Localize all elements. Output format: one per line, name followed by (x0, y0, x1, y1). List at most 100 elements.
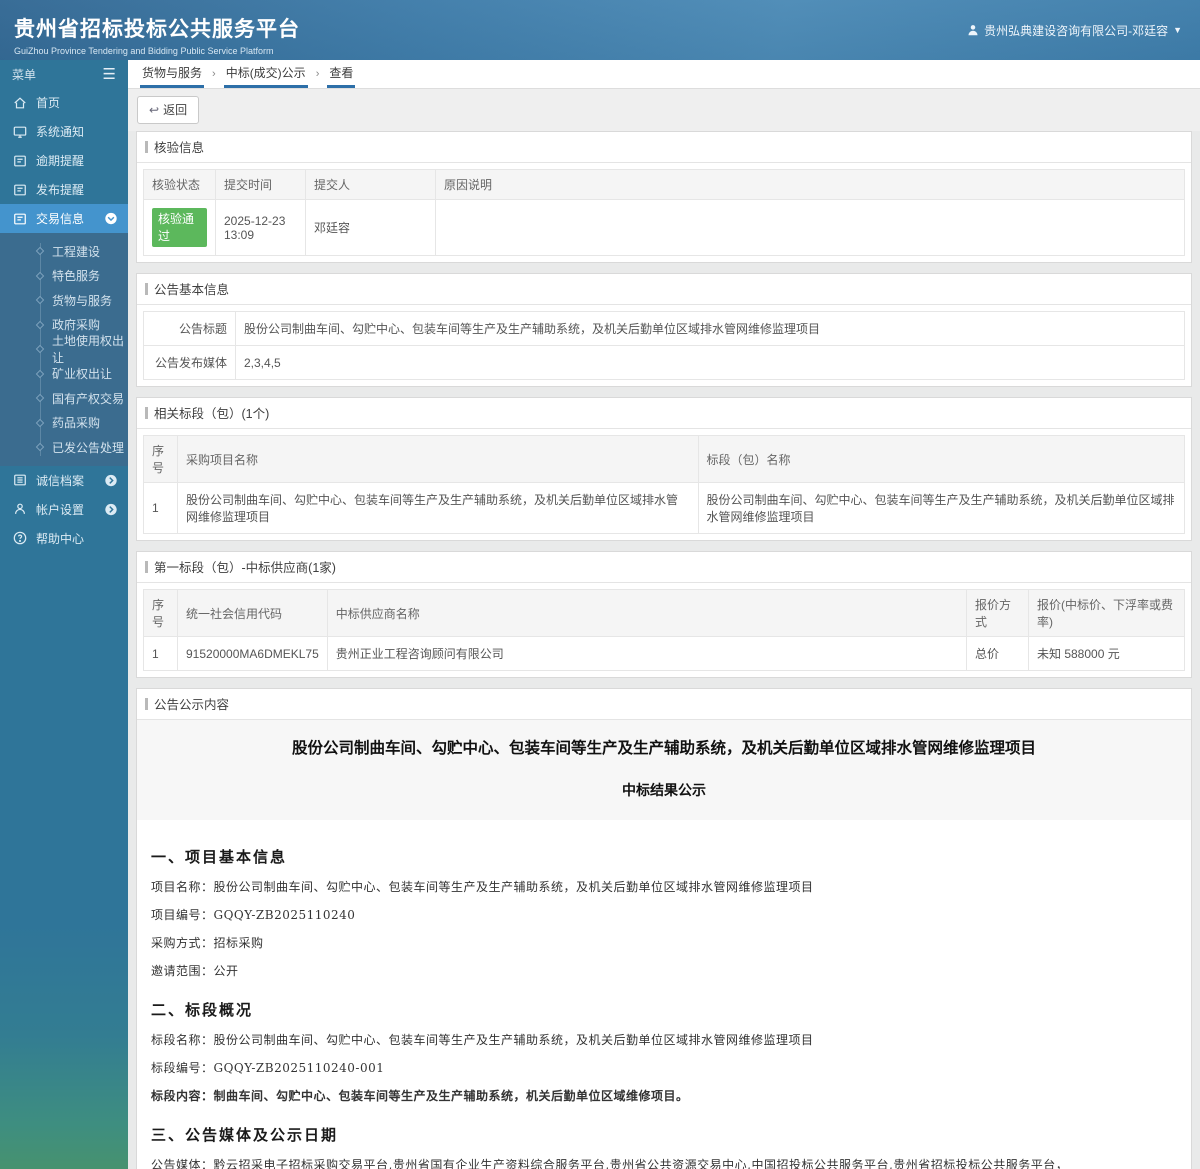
table-row: 1 股份公司制曲车间、勾贮中心、包装车间等生产及生产辅助系统，及机关后勤单位区域… (143, 482, 1185, 534)
submenu-item-published-notices[interactable]: 已发公告处理 (0, 435, 128, 460)
notice-content-panel: 公告公示内容 股份公司制曲车间、勾贮中心、包装车间等生产及生产辅助系统，及机关后… (136, 688, 1192, 1169)
winning-supplier-panel: 第一标段（包）-中标供应商(1家) 序号 统一社会信用代码 中标供应商名称 报价… (136, 551, 1192, 678)
page-title: 贵州省招标投标公共服务平台 (14, 17, 300, 41)
section-code-line: 标段编号：GQQY-ZB2025110240-001 (151, 1061, 385, 1075)
section-title-related: 相关标段（包）(1个) (137, 398, 1191, 429)
sidebar-item-home[interactable]: 首页 (0, 88, 128, 117)
doc-subtitle: 中标结果公示 (622, 783, 706, 799)
diamond-bullet-icon (35, 271, 45, 280)
sidebar-item-label: 发布提醒 (36, 183, 85, 197)
related-sections-table: 序号 采购项目名称 标段（包）名称 1 股份公司制曲车间、勾贮中心、包装车间等生… (143, 435, 1185, 534)
sidebar-item-label: 系统通知 (36, 125, 85, 139)
sidebar-item-credit-archive[interactable]: 诚信档案 (0, 466, 128, 495)
user-menu[interactable]: 贵州弘典建设咨询有限公司-邓廷容 ▼ (967, 22, 1200, 39)
submenu-item-engineering[interactable]: 工程建设 (0, 239, 128, 264)
user-name: 贵州弘典建设咨询有限公司-邓廷容 (984, 23, 1169, 38)
row-no: 1 (143, 636, 178, 671)
submenu-item-land-use[interactable]: 土地使用权出让 (0, 334, 128, 365)
chevron-down-circle-icon (105, 212, 117, 225)
col-header: 原因说明 (435, 169, 1185, 200)
question-circle-icon (13, 531, 27, 545)
media-line: 公告媒体：黔云招采电子招标采购交易平台,贵州省国有企业生产资料综合服务平台,贵州… (151, 1158, 1069, 1169)
sidebar-item-account-settings[interactable]: 帐户设置 (0, 495, 128, 524)
submitter: 邓廷容 (305, 199, 436, 256)
hamburger-icon[interactable]: ☰ (103, 65, 116, 83)
chevron-right-circle-icon (105, 474, 117, 486)
field-label: 公告标题 (143, 311, 236, 346)
project-code-line: 项目编号：GQQY-ZB2025110240 (151, 908, 356, 922)
submenu-item-state-property[interactable]: 国有产权交易 (0, 386, 128, 411)
col-header: 提交时间 (215, 169, 306, 200)
credit-code: 91520000MA6DMEKL75 (177, 636, 328, 671)
user-icon (968, 25, 978, 36)
related-sections-panel: 相关标段（包）(1个) 序号 采购项目名称 标段（包）名称 1 股份公司制曲车间… (136, 397, 1192, 541)
breadcrumb-award-notice[interactable]: 中标(成交)公示 (223, 59, 308, 88)
back-arrow-icon: ↩ (149, 102, 160, 117)
sidebar: 菜单 ☰ 首页 系统通知 逾期提醒 发布提醒 交易信息 工程建设 特色服务 货物… (0, 60, 128, 1169)
table-row: 公告发布媒体 2,3,4,5 (143, 345, 1185, 380)
verify-table: 核验状态 提交时间 提交人 原因说明 核验通过 2025-12-23 13:09… (143, 169, 1185, 256)
notice-title-value: 股份公司制曲车间、勾贮中心、包装车间等生产及生产辅助系统，及机关后勤单位区域排水… (235, 311, 1185, 346)
doc-heading-2: 二、标段概况 (151, 1001, 254, 1019)
diamond-bullet-icon (35, 394, 45, 403)
supplier-name: 贵州正业工程咨询顾问有限公司 (326, 636, 968, 671)
main-content: 货物与服务 › 中标(成交)公示 › 查看 ↩ 返回 核验信息 核验状态 提交时… (128, 60, 1200, 1169)
trade-info-submenu: 工程建设 特色服务 货物与服务 政府采购 土地使用权出让 矿业权出让 国有产权交… (0, 233, 128, 466)
sidebar-item-overdue-reminder[interactable]: 逾期提醒 (0, 146, 128, 175)
app-header: 贵州省招标投标公共服务平台 GuiZhou Province Tendering… (0, 0, 1200, 60)
section-title-basic: 公告基本信息 (137, 274, 1191, 305)
sidebar-item-label: 帮助中心 (36, 531, 85, 546)
sidebar-item-publish-reminder[interactable]: 发布提醒 (0, 175, 128, 204)
procurement-method-line: 采购方式：招标采购 (151, 936, 264, 950)
breadcrumb-view[interactable]: 查看 (327, 59, 356, 88)
back-button[interactable]: ↩ 返回 (137, 96, 200, 124)
page-subtitle: GuiZhou Province Tendering and Bidding P… (14, 45, 274, 56)
sidebar-item-help-center[interactable]: 帮助中心 (0, 524, 128, 553)
submenu-item-mining-rights[interactable]: 矿业权出让 (0, 362, 128, 387)
col-header: 报价(中标价、下浮率或费率) (1028, 589, 1185, 637)
sidebar-item-label: 交易信息 (36, 212, 85, 226)
diamond-bullet-icon (35, 296, 45, 305)
home-icon (14, 96, 26, 108)
diamond-bullet-icon (35, 369, 45, 378)
diamond-bullet-icon (35, 345, 45, 354)
sidebar-item-system-notice[interactable]: 系统通知 (0, 117, 128, 146)
verify-info-panel: 核验信息 核验状态 提交时间 提交人 原因说明 核验通过 2025-12-23 … (136, 131, 1192, 263)
basic-info-table: 公告标题 股份公司制曲车间、勾贮中心、包装车间等生产及生产辅助系统，及机关后勤单… (143, 311, 1185, 380)
person-icon (15, 503, 25, 514)
doc-title: 股份公司制曲车间、勾贮中心、包装车间等生产及生产辅助系统，及机关后勤单位区域排水… (291, 738, 1036, 757)
breadcrumb: 货物与服务 › 中标(成交)公示 › 查看 (128, 60, 1200, 89)
submenu-item-drug-procurement[interactable]: 药品采购 (0, 411, 128, 436)
table-row: 公告标题 股份公司制曲车间、勾贮中心、包装车间等生产及生产辅助系统，及机关后勤单… (143, 311, 1185, 346)
chevron-down-icon: ▼ (1173, 25, 1182, 35)
sidebar-item-trade-info[interactable]: 交易信息 (0, 204, 128, 233)
price-method: 总价 (966, 636, 1029, 671)
table-row: 核验通过 2025-12-23 13:09 邓廷容 (143, 199, 1185, 256)
breadcrumb-goods-services[interactable]: 货物与服务 (140, 59, 205, 88)
chevron-right-circle-icon (105, 503, 117, 515)
diamond-bullet-icon (35, 443, 45, 452)
col-header: 中标供应商名称 (326, 589, 968, 637)
diamond-bullet-icon (35, 247, 45, 256)
document-icon (14, 184, 26, 195)
submenu-item-goods-services[interactable]: 货物与服务 (0, 288, 128, 313)
list-icon (14, 474, 26, 486)
notice-document: 股份公司制曲车间、勾贮中心、包装车间等生产及生产辅助系统，及机关后勤单位区域排水… (137, 720, 1191, 1169)
col-header: 序号 (143, 589, 178, 637)
diamond-bullet-icon (35, 320, 45, 329)
row-no: 1 (143, 482, 178, 534)
submit-time: 2025-12-23 13:09 (215, 199, 306, 256)
document-icon (14, 155, 26, 166)
project-name-line: 项目名称：股份公司制曲车间、勾贮中心、包装车间等生产及生产辅助系统，及机关后勤单… (151, 880, 814, 894)
field-label: 公告发布媒体 (143, 345, 236, 380)
submenu-item-special-service[interactable]: 特色服务 (0, 264, 128, 289)
chevron-right-icon: › (212, 68, 216, 80)
monitor-icon (13, 126, 27, 138)
col-header: 报价方式 (966, 589, 1029, 637)
sidebar-item-label: 诚信档案 (36, 473, 85, 488)
section-title-winner: 第一标段（包）-中标供应商(1家) (137, 552, 1191, 583)
section-content-line: 标段内容：制曲车间、勾贮中心、包装车间等生产及生产辅助系统，机关后勤单位区域维修… (151, 1089, 689, 1103)
sidebar-item-label: 首页 (36, 96, 61, 110)
doc-heading-1: 一、项目基本信息 (151, 848, 288, 866)
reason (435, 199, 1185, 256)
